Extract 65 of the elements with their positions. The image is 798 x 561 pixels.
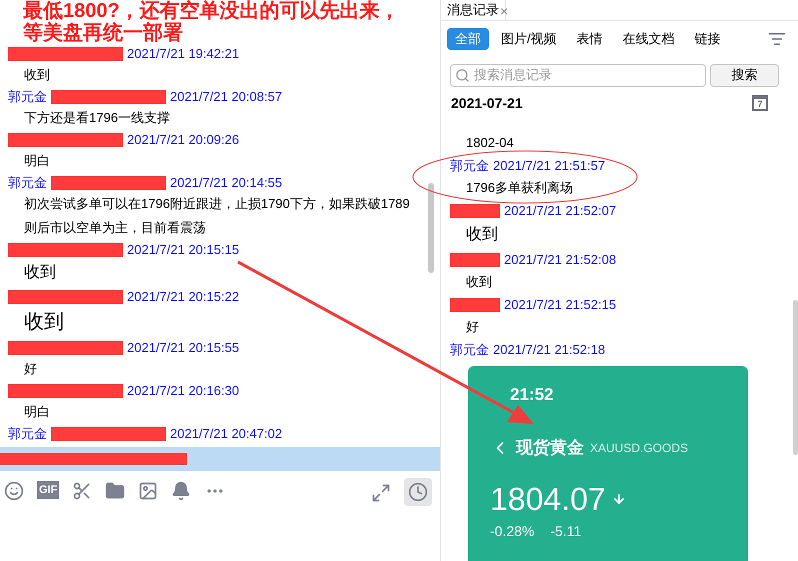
message-time: 2021/7/21 20:08:57 xyxy=(170,88,282,106)
change-value: -5.11 xyxy=(550,522,582,540)
instrument-name: 现货黄金 xyxy=(516,437,584,459)
calendar-icon[interactable]: 7 xyxy=(752,95,768,111)
sender-name: 郭元金 xyxy=(450,157,489,176)
message-time: 2021/7/21 20:47:02 xyxy=(170,424,282,443)
search-icon xyxy=(455,68,470,82)
message-text: 收到 xyxy=(23,263,57,283)
annotation-text: 最低1800?，还有空单没出的可以先出来， xyxy=(22,0,401,22)
scrollbar-thumb[interactable] xyxy=(793,300,798,455)
card-time: 21:52 xyxy=(509,384,554,406)
message-text: 1796多单获利离场 xyxy=(465,178,574,196)
message-text: 明白 xyxy=(23,152,51,170)
message-time: 2021/7/21 20:14:55 xyxy=(170,174,282,192)
message-text: 收到 xyxy=(465,224,499,244)
date-heading: 2021-07-21 xyxy=(451,94,523,112)
history-button[interactable] xyxy=(404,478,432,506)
message-time: 2021/7/21 20:15:22 xyxy=(127,288,240,306)
search-box[interactable]: 搜索消息记录 xyxy=(450,64,706,86)
close-icon[interactable]: × xyxy=(500,3,508,19)
sender-name: 郭元金 xyxy=(8,174,47,192)
message-text: 收到 xyxy=(23,310,65,335)
message-text: 明白 xyxy=(23,403,51,421)
message-text: 初次尝试多单可以在1796附近跟进，止损1790下方，如果跌破1789 xyxy=(23,195,411,213)
message-time: 2021/7/21 20:15:55 xyxy=(127,338,240,357)
input-field[interactable] xyxy=(0,447,440,471)
message-time: 2021/7/21 21:52:15 xyxy=(504,296,616,314)
instrument-code: XAUUSD.GOODS xyxy=(590,440,688,457)
message-text: 收到 xyxy=(465,272,493,290)
clock-icon xyxy=(408,482,428,502)
filter-tab[interactable]: 图片/视频 xyxy=(493,28,565,50)
price: 1804.07 xyxy=(490,480,606,516)
folder-icon[interactable] xyxy=(105,481,126,501)
message-text: 收到 xyxy=(23,66,51,84)
filter-tab[interactable]: 链接 xyxy=(686,28,729,50)
gif-icon[interactable]: GIF xyxy=(37,481,60,499)
message-time: 2021/7/21 20:16:30 xyxy=(127,382,240,400)
expand-icon[interactable] xyxy=(371,483,391,503)
message-text: 则后市以空单为主，目前看震荡 xyxy=(23,219,207,237)
filter-tab[interactable]: 全部 xyxy=(447,28,489,50)
message-time: 2021/7/21 19:42:21 xyxy=(127,44,240,63)
sender-name: 郭元金 xyxy=(8,424,47,443)
message-time: 2021/7/21 21:51:57 xyxy=(493,157,606,176)
sender-name: 郭元金 xyxy=(450,341,489,360)
bell-icon[interactable] xyxy=(171,481,192,501)
message-time: 2021/7/21 21:52:18 xyxy=(493,341,606,360)
filter-tab[interactable]: 表情 xyxy=(568,28,611,50)
message-text: 1802-04 xyxy=(465,134,515,152)
search-input[interactable]: 搜索消息记录 xyxy=(474,65,701,85)
scrollbar-thumb[interactable] xyxy=(428,183,434,273)
sender-name: 郭元金 xyxy=(8,88,47,106)
filter-tab[interactable]: 在线文档 xyxy=(614,28,683,50)
message-time: 2021/7/21 21:52:07 xyxy=(504,202,616,220)
emoji-icon[interactable] xyxy=(4,481,24,501)
message-time: 2021/7/21 20:09:26 xyxy=(127,130,240,149)
scissors-icon[interactable] xyxy=(72,481,92,501)
message-text: 好 xyxy=(23,360,38,378)
annotation-text: 等美盘再统一部署 xyxy=(22,22,184,44)
image-icon[interactable] xyxy=(138,481,158,501)
message-text: 好 xyxy=(465,318,480,336)
search-button[interactable]: 搜索 xyxy=(710,64,779,86)
message-time: 2021/7/21 21:52:08 xyxy=(504,251,616,270)
change-percent: -0.28% xyxy=(490,522,534,540)
message-time: 2021/7/21 20:15:15 xyxy=(127,240,240,259)
message-text: 下方还是看1796一线支撑 xyxy=(23,109,171,127)
